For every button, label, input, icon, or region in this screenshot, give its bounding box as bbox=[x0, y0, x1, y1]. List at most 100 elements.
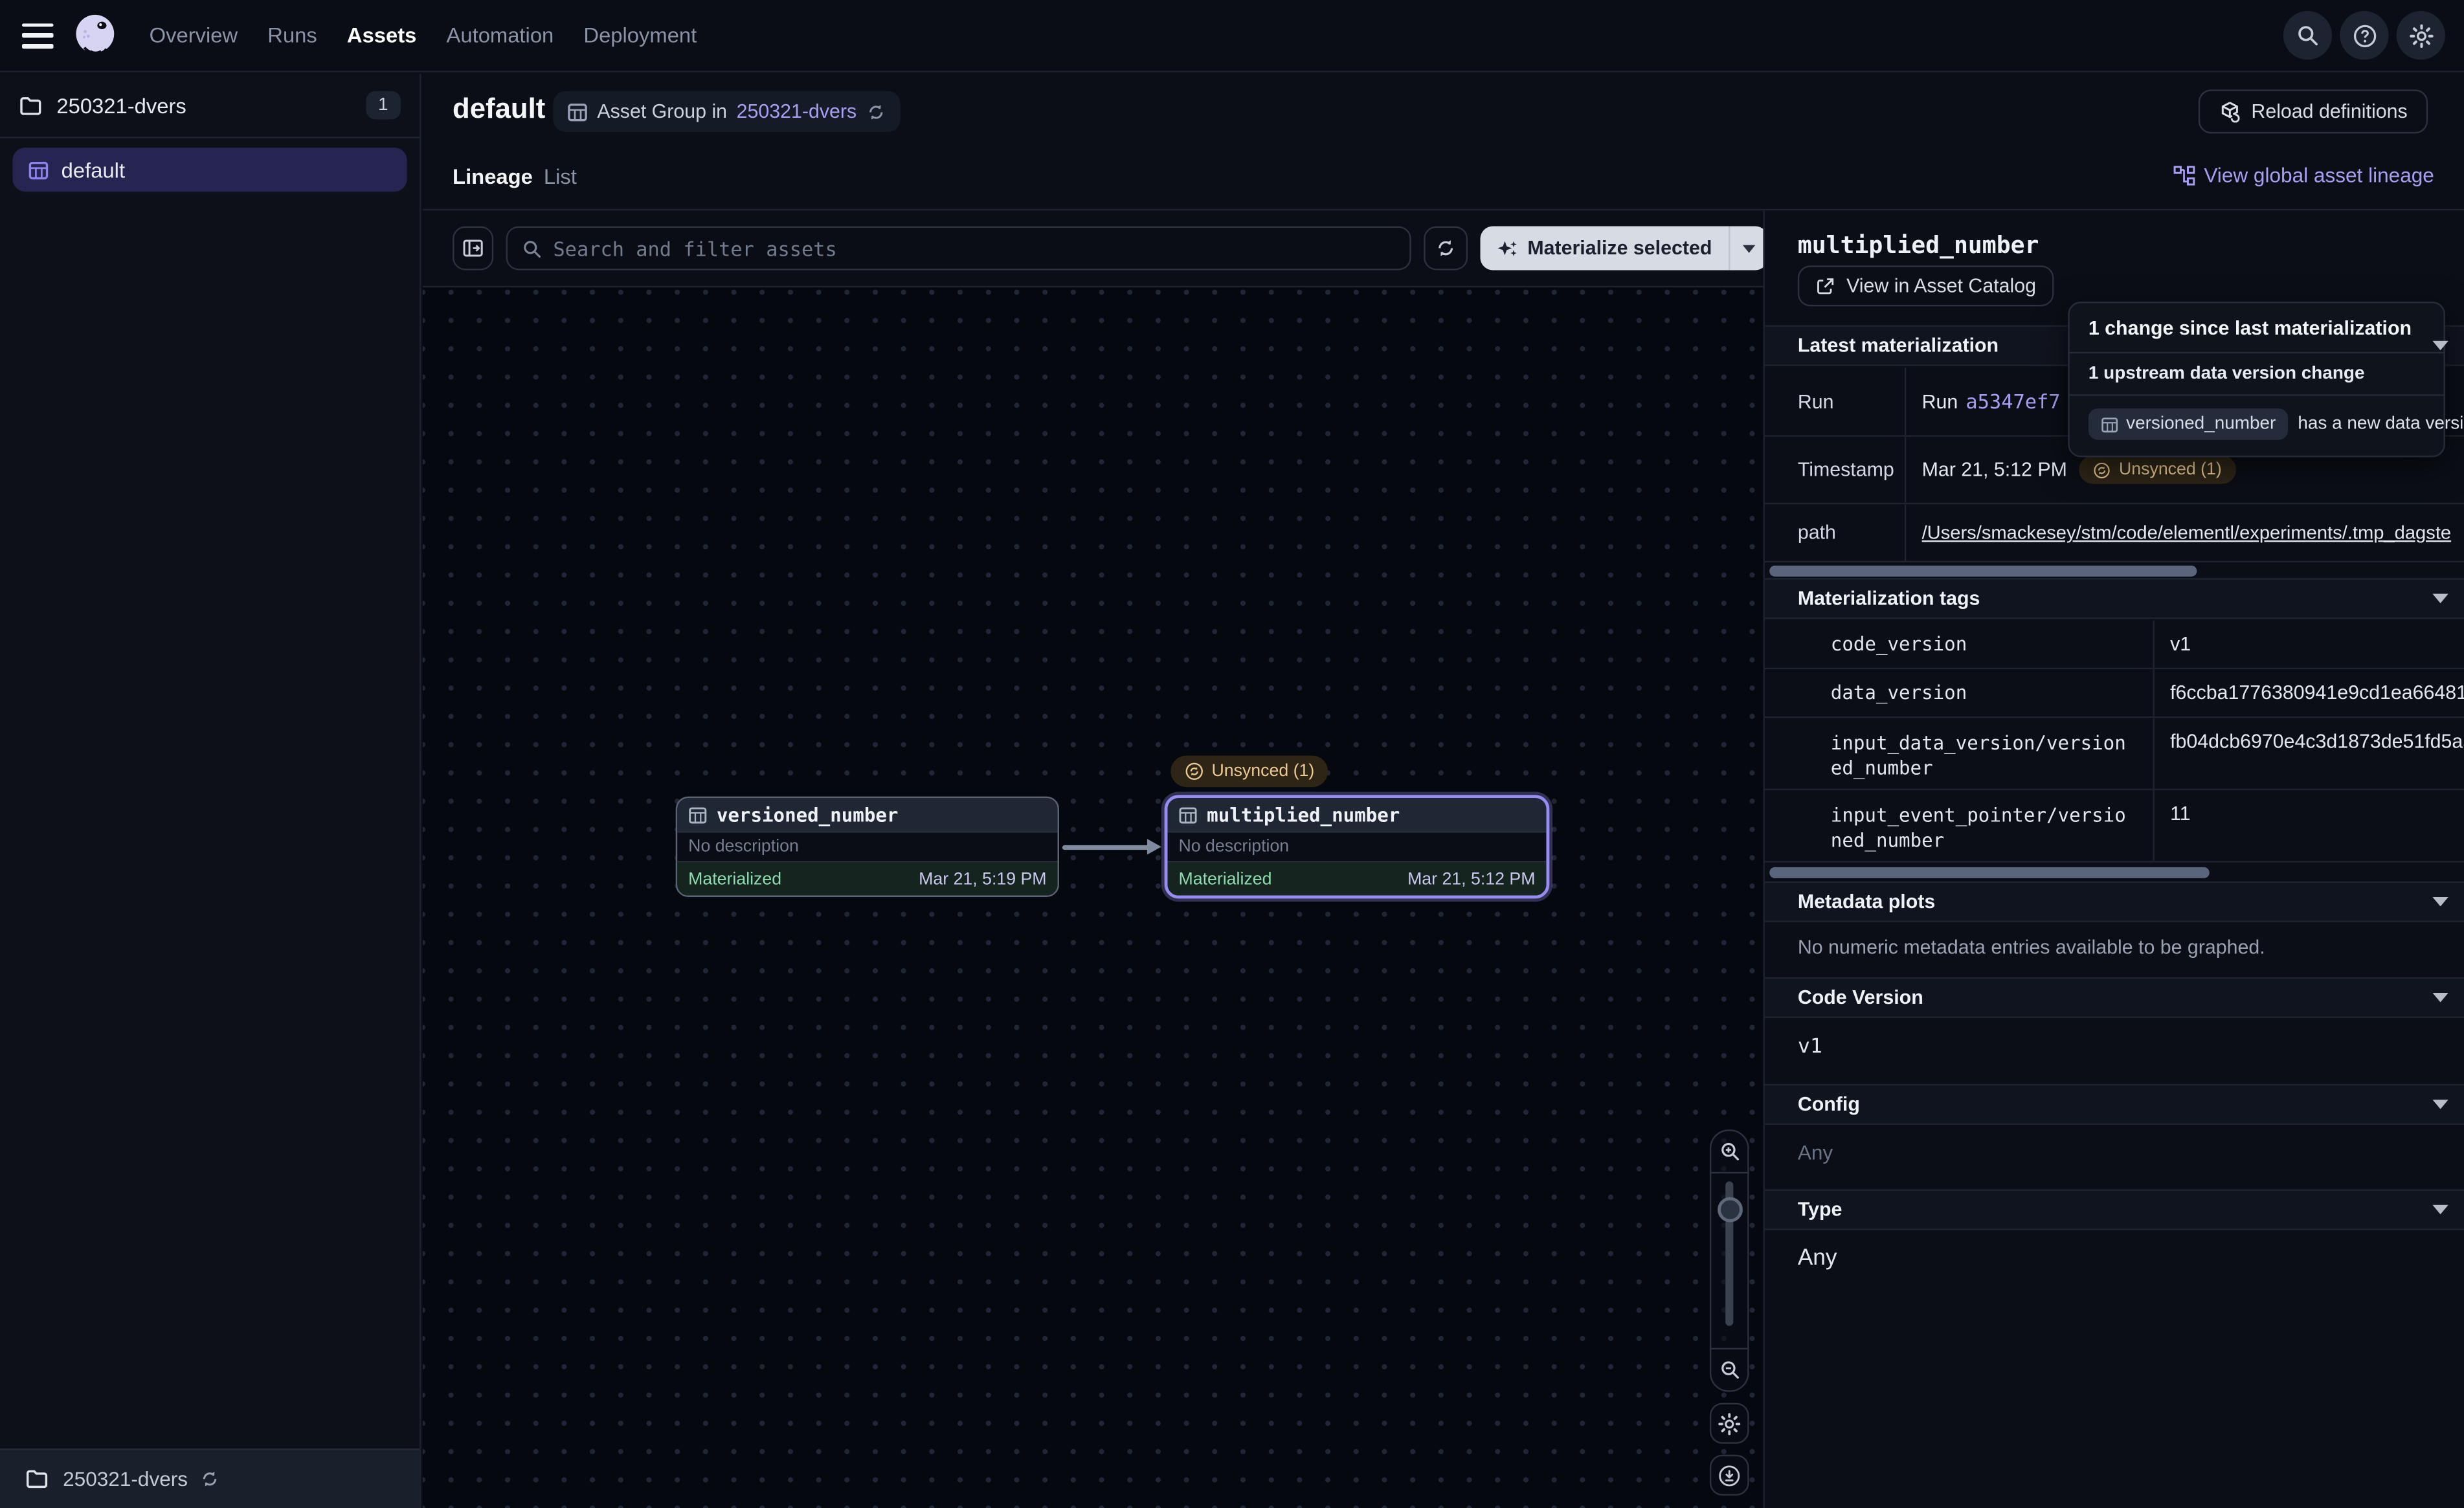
zoom-in-icon bbox=[1718, 1140, 1740, 1162]
section-heading: Config bbox=[1798, 1093, 1860, 1115]
collapse-chevron-icon[interactable] bbox=[2432, 993, 2448, 1003]
search-icon bbox=[2296, 23, 2319, 47]
tag-key: input_event_pointer/versioned_number bbox=[1798, 790, 2153, 866]
menu-icon[interactable] bbox=[22, 23, 54, 48]
lineage-graph-canvas[interactable]: Unsynced (1) versioned_number No descrip… bbox=[423, 287, 1763, 1508]
help-button[interactable] bbox=[2340, 11, 2388, 60]
run-prefix: Run bbox=[1922, 390, 1958, 412]
tag-row: code_version v1 bbox=[1765, 621, 2464, 669]
sidebar-footer: 250321-dvers bbox=[0, 1448, 420, 1508]
nav-deployment[interactable]: Deployment bbox=[583, 23, 697, 47]
section-metadata-plots[interactable]: Metadata plots bbox=[1765, 882, 2464, 922]
zoom-slider-thumb[interactable] bbox=[1717, 1197, 1742, 1223]
horizontal-scrollbar[interactable] bbox=[1769, 867, 2210, 878]
timestamp-text: Mar 21, 5:12 PM bbox=[1922, 459, 2067, 481]
tag-row: data_version f6ccba1776380941e9cd1ea6648… bbox=[1765, 669, 2464, 718]
horizontal-scrollbar[interactable] bbox=[1769, 566, 2197, 577]
graph-settings-button[interactable] bbox=[1710, 1403, 1749, 1444]
change-summary-popover: 1 change since last materialization 1 up… bbox=[2068, 302, 2445, 457]
selected-asset-title: multiplied_number bbox=[1798, 231, 2039, 260]
path-key: path bbox=[1765, 504, 1906, 560]
folder-icon bbox=[25, 1467, 49, 1491]
section-heading: Materialization tags bbox=[1798, 588, 1980, 610]
global-lineage-label: View global asset lineage bbox=[2204, 163, 2434, 186]
reload-definitions-button[interactable]: Reload definitions bbox=[2198, 89, 2428, 133]
tag-value: f6ccba1776380941e9cd1ea66481d bbox=[2155, 669, 2464, 716]
view-in-asset-catalog-button[interactable]: View in Asset Catalog bbox=[1798, 265, 2054, 306]
refresh-icon bbox=[199, 1469, 219, 1490]
materialized-timestamp: Mar 21, 5:12 PM bbox=[1407, 870, 1535, 889]
section-config[interactable]: Config bbox=[1765, 1084, 2464, 1125]
lineage-edge bbox=[1062, 845, 1149, 849]
search-input[interactable] bbox=[553, 236, 1395, 260]
settings-button[interactable] bbox=[2397, 11, 2445, 60]
path-link[interactable]: /Users/smackesey/stm/code/elementl/exper… bbox=[1922, 522, 2452, 544]
view-global-asset-lineage-link[interactable]: View global asset lineage bbox=[2173, 163, 2434, 186]
refresh-repo-button[interactable] bbox=[199, 1469, 219, 1490]
node-unsynced-badge[interactable]: Unsynced (1) bbox=[1170, 756, 1328, 788]
view-in-catalog-label: View in Asset Catalog bbox=[1846, 275, 2036, 297]
section-type[interactable]: Type bbox=[1765, 1189, 2464, 1230]
reload-definitions-icon bbox=[2218, 100, 2240, 122]
collapse-chevron-icon[interactable] bbox=[2432, 594, 2448, 604]
primary-nav: Overview Runs Assets Automation Deployme… bbox=[150, 23, 697, 47]
badge-prefix: Asset Group in bbox=[597, 100, 727, 122]
badge-repo-link[interactable]: 250321-dvers bbox=[737, 100, 857, 122]
asset-node-versioned-number[interactable]: versioned_number No description Material… bbox=[676, 797, 1059, 897]
tag-value: fb04dcb6970e4c3d1873de51fd5a5 bbox=[2155, 718, 2464, 788]
zoom-in-button[interactable] bbox=[1711, 1131, 1747, 1174]
collapse-chevron-icon[interactable] bbox=[2432, 1100, 2448, 1109]
tab-lineage[interactable]: Lineage bbox=[453, 165, 533, 188]
run-id-link[interactable]: a5347ef7 bbox=[1966, 390, 2060, 413]
section-heading: Code Version bbox=[1798, 986, 1923, 1008]
collapse-sidebar-button[interactable] bbox=[453, 227, 493, 271]
search-button[interactable] bbox=[2283, 11, 2332, 60]
asset-description: No description bbox=[1167, 831, 1546, 863]
collapse-chevron-icon[interactable] bbox=[2432, 341, 2448, 351]
table-icon bbox=[1178, 805, 1197, 824]
external-link-icon bbox=[1815, 276, 1836, 296]
unsynced-label: Unsynced (1) bbox=[2119, 460, 2222, 479]
asset-node-multiplied-number[interactable]: multiplied_number No description Materia… bbox=[1165, 795, 1550, 898]
collapse-chevron-icon[interactable] bbox=[2432, 1205, 2448, 1215]
popover-title: 1 change since last materialization bbox=[2070, 303, 2444, 353]
octopus-logo-icon bbox=[71, 11, 119, 60]
sidebar-group-row[interactable]: 250321-dvers 1 bbox=[0, 74, 420, 139]
metadata-plots-empty-text: No numeric metadata entries available to… bbox=[1798, 937, 2265, 959]
tag-key: data_version bbox=[1798, 667, 1989, 718]
nav-runs[interactable]: Runs bbox=[267, 23, 317, 47]
tab-list[interactable]: List bbox=[544, 165, 577, 188]
materialize-selected-split-button: Materialize selected bbox=[1481, 227, 1769, 271]
run-key: Run bbox=[1765, 368, 1906, 435]
sync-status-icon bbox=[2094, 461, 2111, 478]
refresh-icon[interactable] bbox=[866, 102, 887, 122]
materialized-status: Materialized bbox=[688, 870, 781, 889]
reload-definitions-label: Reload definitions bbox=[2251, 100, 2407, 122]
search-icon bbox=[522, 238, 543, 259]
download-graph-button[interactable] bbox=[1710, 1455, 1749, 1496]
section-materialization-tags[interactable]: Materialization tags bbox=[1765, 578, 2464, 619]
popover-subtitle: 1 upstream data version change bbox=[2070, 353, 2444, 396]
zoom-out-icon bbox=[1718, 1359, 1740, 1381]
zoom-controls bbox=[1710, 1129, 1749, 1392]
gear-icon bbox=[2408, 23, 2434, 48]
dagster-logo[interactable] bbox=[71, 11, 119, 60]
asset-chip[interactable]: versioned_number bbox=[2089, 408, 2289, 440]
refresh-graph-button[interactable] bbox=[1424, 227, 1468, 271]
config-value: Any bbox=[1798, 1140, 1833, 1164]
node-status-bar: Materialized Mar 21, 5:19 PM bbox=[677, 863, 1057, 896]
zoom-out-button[interactable] bbox=[1711, 1348, 1747, 1391]
materialize-selected-button[interactable]: Materialize selected bbox=[1481, 227, 1730, 271]
top-nav: Overview Runs Assets Automation Deployme… bbox=[0, 0, 2464, 72]
collapse-chevron-icon[interactable] bbox=[2432, 897, 2448, 907]
section-code-version[interactable]: Code Version bbox=[1765, 977, 2464, 1018]
gear-icon bbox=[1718, 1412, 1741, 1435]
nav-assets[interactable]: Assets bbox=[347, 23, 416, 47]
unsynced-badge[interactable]: Unsynced (1) bbox=[2079, 456, 2235, 484]
sidebar-item-default[interactable]: default bbox=[12, 148, 407, 192]
unsynced-label: Unsynced (1) bbox=[1211, 762, 1314, 781]
nav-overview[interactable]: Overview bbox=[150, 23, 238, 47]
nav-automation[interactable]: Automation bbox=[447, 23, 554, 47]
materialized-timestamp: Mar 21, 5:19 PM bbox=[919, 870, 1046, 889]
page-title: default bbox=[453, 93, 545, 126]
